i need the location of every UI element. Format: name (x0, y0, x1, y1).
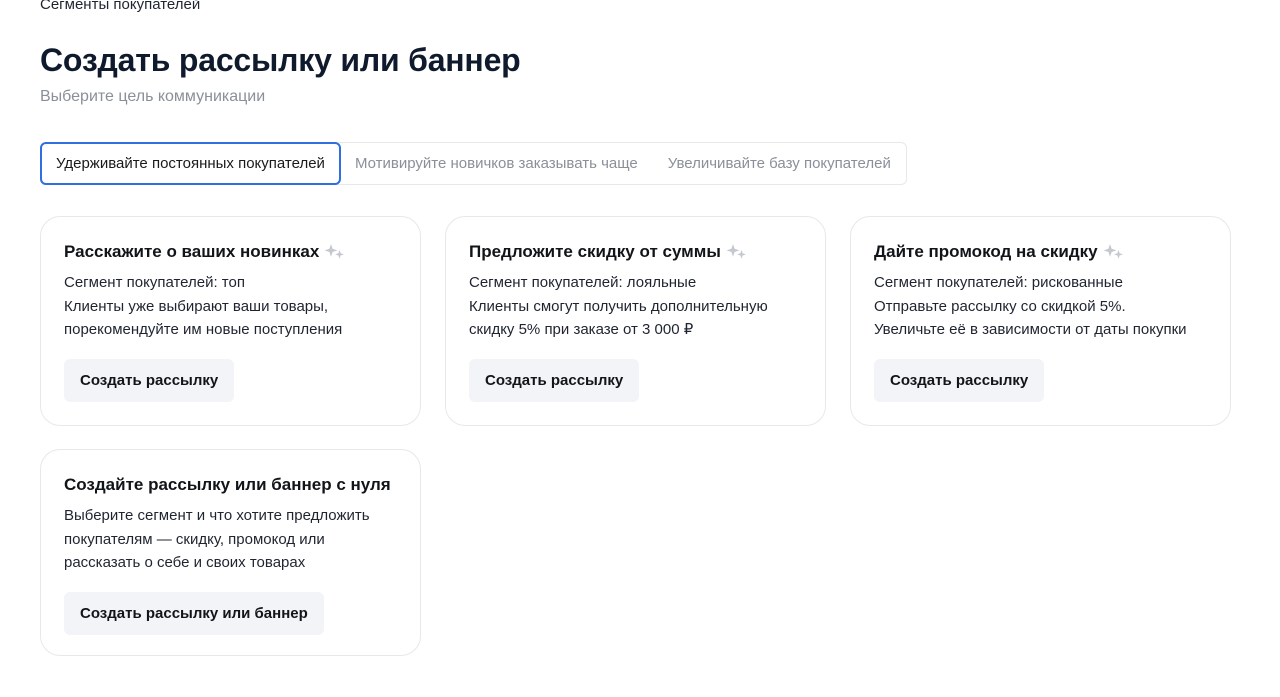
tab-grow-customer-base[interactable]: Увеличивайте базу покупателей (653, 143, 906, 184)
card-segment-line: Сегмент покупателей: лояльные (469, 274, 697, 291)
card-text-line: скидку 5% при заказе от 3 000 ₽ (469, 321, 694, 338)
tab-motivate-newcomers[interactable]: Мотивируйте новичков заказывать чаще (340, 143, 653, 184)
card-title-text: Дайте промокод на скидку (874, 242, 1098, 261)
card-description: Сегмент покупателей: рискованные Отправь… (874, 271, 1207, 342)
card-text-line: Клиенты уже выбирают ваши товары, (64, 297, 329, 315)
card-title-text: Создайте рассылку или баннер с нуля (64, 475, 391, 494)
create-mailing-button[interactable]: Создать рассылку (64, 358, 235, 402)
sparkle-icon (1103, 244, 1123, 259)
create-mailing-button[interactable]: Создать рассылку (469, 358, 640, 402)
card-text-line: рассказать о себе и своих товарах (64, 554, 306, 571)
card-title: Расскажите о ваших новинках (64, 241, 397, 263)
card-text-line: Отправьте рассылку со скидкой 5%. (874, 297, 1126, 315)
create-mailing-button[interactable]: Создать рассылку (874, 358, 1045, 402)
card-text-line: Выберите сегмент и что хотите предложить (64, 507, 370, 524)
card-title-text: Расскажите о ваших новинках (64, 242, 320, 261)
card-promo-code: Дайте промокод на скидку Сегмент покупат… (850, 216, 1231, 426)
page: Сегменты покупателей Создать рассылку ил… (0, 0, 1280, 697)
card-description: Сегмент покупателей: лояльные Клиенты см… (469, 271, 802, 342)
card-title-text: Предложите скидку от суммы (469, 242, 721, 261)
card-description: Выберите сегмент и что хотите предложить… (64, 504, 397, 575)
card-text-line: Увеличьте её в зависимости от даты покуп… (874, 321, 1187, 338)
card-segment-line: Сегмент покупателей: топ (64, 274, 245, 291)
breadcrumb[interactable]: Сегменты покупателей (40, 0, 200, 14)
goal-tabs: Удерживайте постоянных покупателей Мотив… (40, 142, 907, 185)
sparkle-icon (726, 244, 746, 259)
card-segment-line: Сегмент покупателей: рискованные (874, 274, 1123, 291)
tab-retain-regular-customers[interactable]: Удерживайте постоянных покупателей (40, 142, 341, 185)
card-text-line: покупателям — скидку, промокод или (64, 530, 325, 548)
card-discount-from-amount: Предложите скидку от суммы Сегмент покуп… (445, 216, 826, 426)
page-title: Создать рассылку или баннер (40, 42, 521, 78)
sparkle-icon (324, 244, 345, 259)
page-subtitle: Выберите цель коммуникации (40, 88, 266, 105)
card-description: Сегмент покупателей: топ Клиенты уже выб… (64, 271, 397, 342)
card-text-line: Клиенты смогут получить дополнительную (469, 297, 768, 315)
card-from-scratch: Создайте рассылку или баннер с нуля Выбе… (40, 449, 421, 656)
card-new-arrivals: Расскажите о ваших новинках Сегмент поку… (40, 216, 421, 426)
card-title: Дайте промокод на скидку (874, 241, 1207, 263)
card-text-line: порекомендуйте им новые поступления (64, 321, 343, 338)
card-title: Предложите скидку от суммы (469, 241, 802, 263)
card-title: Создайте рассылку или баннер с нуля (64, 474, 397, 496)
create-mailing-or-banner-button[interactable]: Создать рассылку или баннер (64, 591, 324, 635)
